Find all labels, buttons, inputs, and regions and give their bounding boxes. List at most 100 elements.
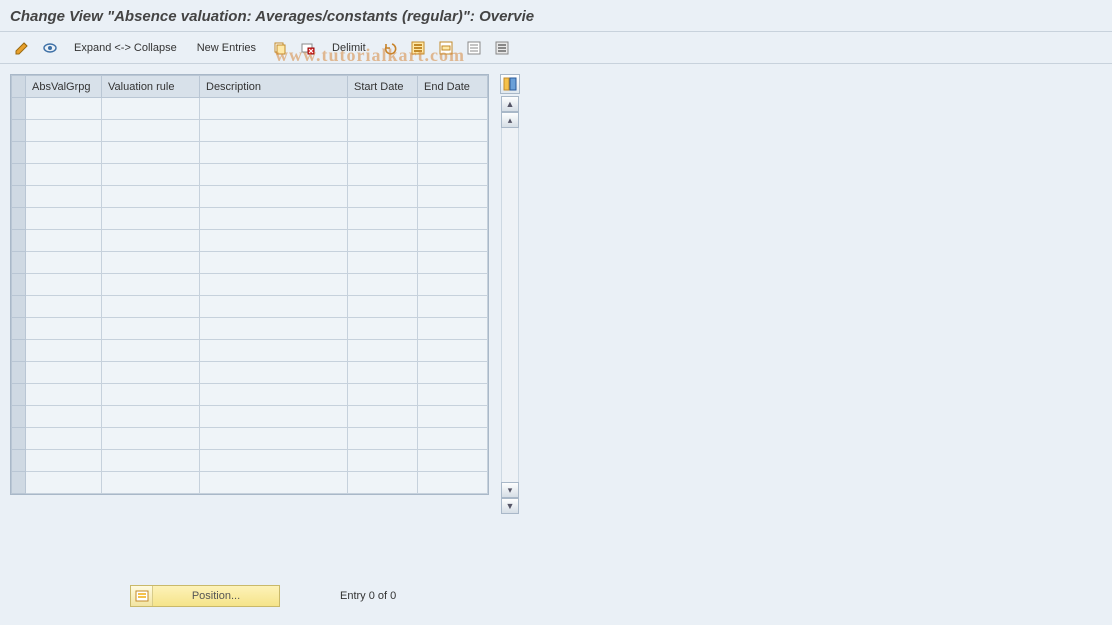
deselect-all-icon[interactable] <box>462 38 486 58</box>
table-cell[interactable] <box>200 252 348 274</box>
table-cell[interactable] <box>26 472 102 494</box>
select-all-icon[interactable] <box>406 38 430 58</box>
table-cell[interactable] <box>26 340 102 362</box>
table-cell[interactable] <box>26 362 102 384</box>
table-row[interactable] <box>12 208 488 230</box>
table-cell[interactable] <box>200 428 348 450</box>
delete-icon[interactable] <box>296 38 320 58</box>
expand-collapse-button[interactable]: Expand <-> Collapse <box>66 38 185 58</box>
copy-as-icon[interactable] <box>268 38 292 58</box>
table-cell[interactable] <box>418 186 488 208</box>
row-select-cell[interactable] <box>12 318 26 340</box>
table-row[interactable] <box>12 296 488 318</box>
table-cell[interactable] <box>200 406 348 428</box>
table-cell[interactable] <box>102 98 200 120</box>
table-cell[interactable] <box>102 296 200 318</box>
table-cell[interactable] <box>418 296 488 318</box>
row-select-cell[interactable] <box>12 428 26 450</box>
table-cell[interactable] <box>348 318 418 340</box>
row-select-cell[interactable] <box>12 472 26 494</box>
table-row[interactable] <box>12 428 488 450</box>
row-select-cell[interactable] <box>12 406 26 428</box>
table-cell[interactable] <box>200 362 348 384</box>
table-cell[interactable] <box>418 428 488 450</box>
new-entries-button[interactable]: New Entries <box>189 38 264 58</box>
table-cell[interactable] <box>102 362 200 384</box>
table-cell[interactable] <box>102 274 200 296</box>
toggle-display-change-icon[interactable] <box>10 38 34 58</box>
table-row[interactable] <box>12 98 488 120</box>
table-row[interactable] <box>12 318 488 340</box>
column-header-description[interactable]: Description <box>200 76 348 98</box>
table-cell[interactable] <box>200 472 348 494</box>
table-cell[interactable] <box>26 318 102 340</box>
table-cell[interactable] <box>418 472 488 494</box>
column-header-end-date[interactable]: End Date <box>418 76 488 98</box>
table-cell[interactable] <box>200 384 348 406</box>
row-select-cell[interactable] <box>12 340 26 362</box>
table-cell[interactable] <box>348 472 418 494</box>
row-select-cell[interactable] <box>12 230 26 252</box>
table-cell[interactable] <box>200 142 348 164</box>
print-configuration-icon[interactable] <box>490 38 514 58</box>
column-header-start-date[interactable]: Start Date <box>348 76 418 98</box>
table-row[interactable] <box>12 186 488 208</box>
row-select-cell[interactable] <box>12 384 26 406</box>
table-cell[interactable] <box>26 406 102 428</box>
table-cell[interactable] <box>200 98 348 120</box>
table-row[interactable] <box>12 472 488 494</box>
row-select-cell[interactable] <box>12 252 26 274</box>
table-settings-icon[interactable] <box>500 74 520 94</box>
row-select-cell[interactable] <box>12 362 26 384</box>
table-cell[interactable] <box>200 318 348 340</box>
column-header-absvalgrpg[interactable]: AbsValGrpg <box>26 76 102 98</box>
row-select-cell[interactable] <box>12 142 26 164</box>
table-cell[interactable] <box>200 296 348 318</box>
table-cell[interactable] <box>418 384 488 406</box>
table-cell[interactable] <box>348 208 418 230</box>
table-cell[interactable] <box>26 208 102 230</box>
row-select-cell[interactable] <box>12 98 26 120</box>
table-cell[interactable] <box>102 120 200 142</box>
table-cell[interactable] <box>418 164 488 186</box>
table-row[interactable] <box>12 230 488 252</box>
table-cell[interactable] <box>418 142 488 164</box>
table-cell[interactable] <box>348 142 418 164</box>
table-cell[interactable] <box>102 230 200 252</box>
table-cell[interactable] <box>348 406 418 428</box>
table-cell[interactable] <box>26 450 102 472</box>
data-grid[interactable]: AbsValGrpg Valuation rule Description St… <box>10 74 489 495</box>
scroll-down-bottom-button[interactable]: ▼ <box>501 498 519 514</box>
table-cell[interactable] <box>102 164 200 186</box>
table-cell[interactable] <box>418 230 488 252</box>
table-cell[interactable] <box>348 362 418 384</box>
table-cell[interactable] <box>348 296 418 318</box>
table-cell[interactable] <box>418 450 488 472</box>
scroll-down-button[interactable]: ▾ <box>501 482 519 498</box>
table-cell[interactable] <box>348 98 418 120</box>
table-cell[interactable] <box>26 428 102 450</box>
table-cell[interactable] <box>102 142 200 164</box>
scrollbar-track[interactable] <box>501 128 519 482</box>
row-select-cell[interactable] <box>12 450 26 472</box>
table-cell[interactable] <box>348 384 418 406</box>
table-cell[interactable] <box>26 98 102 120</box>
table-row[interactable] <box>12 120 488 142</box>
table-row[interactable] <box>12 274 488 296</box>
table-cell[interactable] <box>348 450 418 472</box>
other-view-icon[interactable] <box>38 38 62 58</box>
delimit-button[interactable]: Delimit <box>324 38 374 58</box>
scroll-up-button[interactable]: ▴ <box>501 112 519 128</box>
table-cell[interactable] <box>348 274 418 296</box>
table-cell[interactable] <box>418 208 488 230</box>
table-row[interactable] <box>12 450 488 472</box>
select-block-icon[interactable] <box>434 38 458 58</box>
table-cell[interactable] <box>102 472 200 494</box>
table-cell[interactable] <box>26 186 102 208</box>
table-cell[interactable] <box>418 120 488 142</box>
table-cell[interactable] <box>102 186 200 208</box>
table-cell[interactable] <box>102 406 200 428</box>
table-cell[interactable] <box>348 230 418 252</box>
table-cell[interactable] <box>348 164 418 186</box>
row-select-cell[interactable] <box>12 274 26 296</box>
